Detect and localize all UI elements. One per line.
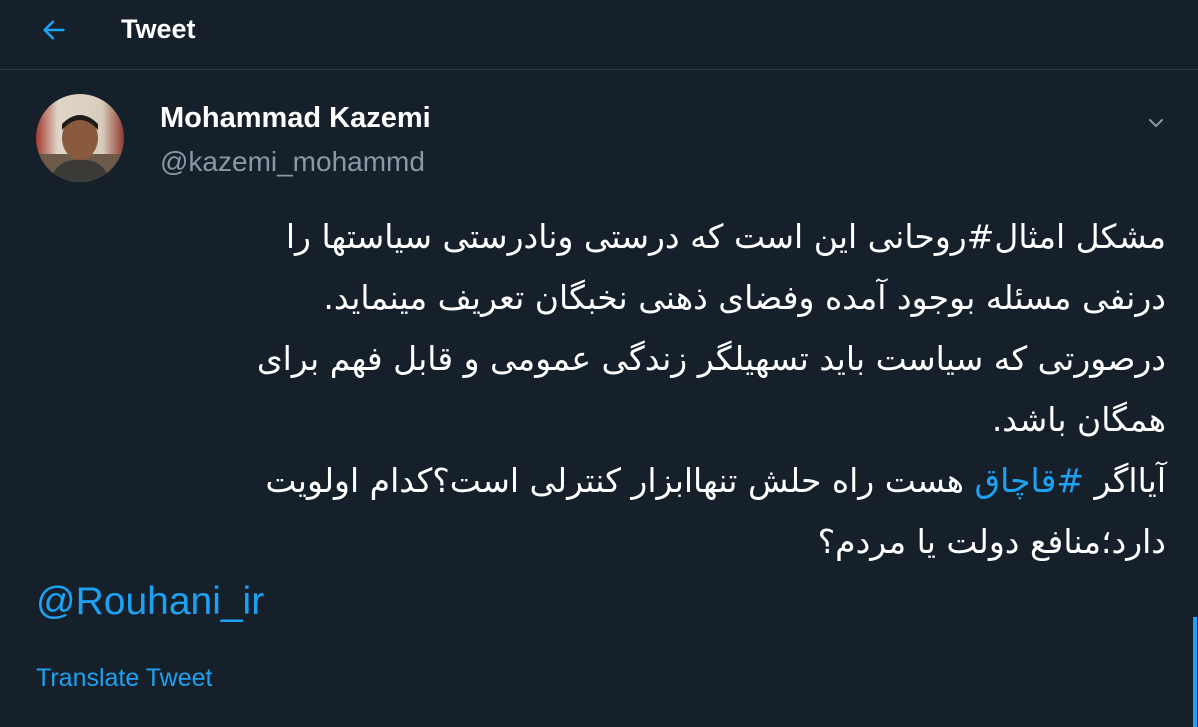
- author-display-name[interactable]: Mohammad Kazemi: [160, 100, 431, 136]
- tweet-text-line: مشکل امثال#روحانی این است که درستی ونادر…: [285, 217, 1166, 256]
- top-bar: Tweet: [0, 0, 1198, 70]
- chevron-down-icon: [1149, 119, 1163, 127]
- hashtag-link[interactable]: #قاچاق: [974, 461, 1084, 500]
- tweet-text-line: همگان باشد.: [991, 400, 1166, 439]
- tweet-text-fragment: آیااگر: [1084, 461, 1167, 500]
- tweet-body: مشکل امثال#روحانی این است که درستی ونادر…: [36, 206, 1166, 572]
- arrow-left-icon: [43, 20, 65, 40]
- tweet-text-line: درصورتی که سیاست باید تسهیلگر زندگی عموم…: [256, 339, 1166, 378]
- tweet-text-line: آیااگر #قاچاق هست راه حلش تنهاابزار کنتر…: [36, 450, 1166, 511]
- tweet-menu-button[interactable]: [1141, 108, 1171, 138]
- back-button[interactable]: [34, 10, 74, 50]
- mention-link[interactable]: @Rouhani_ir: [36, 576, 264, 628]
- tweet-text-line: دارد؛منافع دولت یا مردم؟: [817, 522, 1166, 561]
- tweet-text-fragment: هست راه حلش تنهاابزار کنترلی است؟کدام او…: [265, 461, 975, 500]
- tweet-detail-screen: Tweet Mohammad Kazemi @kazemi_mohammd مش…: [0, 0, 1198, 727]
- author-handle[interactable]: @kazemi_mohammd: [160, 144, 425, 180]
- avatar-image: [36, 94, 124, 182]
- scrollbar-thumb[interactable]: [1193, 617, 1197, 727]
- page-title: Tweet: [121, 14, 196, 44]
- tweet-text-line: درنفی مسئله بوجود آمده وفضای ذهنی نخبگان…: [323, 278, 1166, 317]
- avatar[interactable]: [36, 94, 124, 182]
- translate-tweet-link[interactable]: Translate Tweet: [36, 662, 212, 694]
